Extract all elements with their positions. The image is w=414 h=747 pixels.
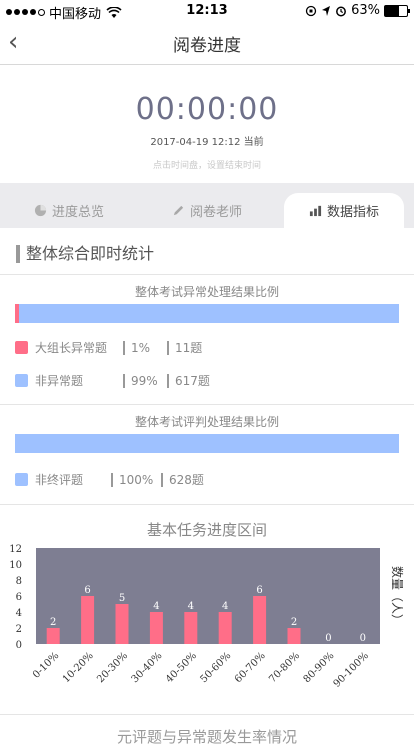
x-tick-label: 60-70% <box>233 650 268 685</box>
legend-percent: 99% <box>131 373 158 388</box>
tab-data-metrics[interactable]: 数据指标 <box>284 193 404 228</box>
y-tick-label: 8 <box>16 576 22 587</box>
bar <box>184 612 198 644</box>
bar <box>115 604 129 644</box>
tab-label: 数据指标 <box>326 205 379 220</box>
y-tick-label: 12 <box>9 544 22 555</box>
judge-ratio-title: 整体考试评判处理结果比例 <box>134 415 279 429</box>
judge-ratio-bar <box>15 434 399 453</box>
y-tick-label: 10 <box>9 560 22 571</box>
y-tick-label: 0 <box>16 640 22 651</box>
separator <box>111 472 113 487</box>
bar <box>149 612 163 644</box>
bar-chart: 0 2 4 6 8 10 12 2 0-10% 6 10-20% 5 20-30% 4 30-40% 4 40-… <box>9 544 405 690</box>
y-tick-label: 6 <box>16 592 22 603</box>
bar <box>46 628 60 644</box>
legend-swatch <box>15 341 28 354</box>
legend-percent: 100% <box>119 472 154 487</box>
separator <box>123 373 125 388</box>
bar <box>287 628 301 644</box>
x-tick-label: 80-90% <box>302 650 337 685</box>
location-icon <box>322 5 331 16</box>
tab-bar: 进度总览 阅卷老师 数据指标 <box>0 183 414 228</box>
timer-hint: 点击时间盘，设置结束时间 <box>152 161 261 171</box>
data-label: 2 <box>50 617 56 628</box>
data-label: 6 <box>84 585 90 596</box>
battery-icon <box>384 4 410 17</box>
legend-count: 617题 <box>175 374 210 388</box>
divider <box>0 404 414 405</box>
x-tick-label: 30-40% <box>130 650 165 685</box>
status-right: 63% <box>305 3 410 18</box>
legend-swatch <box>15 473 28 486</box>
separator <box>167 373 169 388</box>
tab-grading-teachers[interactable]: 阅卷老师 <box>138 193 276 228</box>
bar <box>81 596 95 644</box>
legend-label: 非异常题 <box>35 374 84 388</box>
legend-count: 11题 <box>175 341 203 355</box>
bar-chart-icon <box>309 205 322 217</box>
abnormal-segment <box>15 304 19 323</box>
x-tick-label: 10-20% <box>61 650 96 685</box>
orientation-lock-icon <box>305 5 317 16</box>
legend-row-abnormal: 大组长异常题 1% 11题 <box>15 339 202 356</box>
battery-percent: 63% <box>351 3 380 18</box>
x-tick-label: 50-60% <box>198 650 233 685</box>
legend-row-normal: 非异常题 99% 617题 <box>15 372 210 389</box>
data-label: 4 <box>153 601 159 612</box>
data-label: 6 <box>256 585 262 596</box>
x-tick-label: 20-30% <box>95 650 130 685</box>
y-tick-label: 2 <box>16 624 22 635</box>
legend-count: 628题 <box>169 473 204 487</box>
x-tick-label: 70-80% <box>267 650 302 685</box>
pencil-icon <box>173 205 184 216</box>
current-time-label: 2017-04-19 12:12 当前 <box>150 137 264 148</box>
section-title: 整体综合即时统计 <box>16 245 154 263</box>
divider <box>0 274 414 275</box>
data-label: 0 <box>360 633 366 644</box>
pie-icon <box>34 204 47 217</box>
abnormal-ratio-bar <box>15 304 399 323</box>
progress-range-chart: 基本任务进度区间 0 2 4 6 8 10 12 2 0-10% 6 10-20% 5 20-30% 4 3… <box>0 505 414 715</box>
abnormal-ratio-title: 整体考试异常处理结果比例 <box>134 285 279 299</box>
separator <box>167 340 169 355</box>
countdown-timer[interactable]: 00:00:00 <box>0 92 414 127</box>
x-tick-label: 90-100% <box>332 650 371 689</box>
data-label: 5 <box>119 593 125 604</box>
divider <box>0 714 414 715</box>
tab-label: 阅卷老师 <box>189 205 242 220</box>
x-tick-label: 0-10% <box>31 650 61 680</box>
legend-label: 大组长异常题 <box>35 341 108 355</box>
data-label: 4 <box>188 601 194 612</box>
separator <box>123 340 125 355</box>
data-label: 2 <box>291 617 297 628</box>
bar <box>253 596 267 644</box>
data-label: 4 <box>222 601 228 612</box>
bar <box>218 612 232 644</box>
separator <box>161 472 163 487</box>
nav-bar: ‹ 阅卷进度 <box>0 22 414 65</box>
tab-label: 进度总览 <box>51 205 104 220</box>
x-tick-label: 40-50% <box>164 650 199 685</box>
y-tick-label: 4 <box>16 608 22 619</box>
status-bar: 中国移动 12:13 63% <box>0 0 414 22</box>
alarm-icon <box>336 6 347 16</box>
data-label: 0 <box>325 633 331 644</box>
legend-label: 非终评题 <box>35 473 84 487</box>
y-axis-label: 数量（人） <box>390 566 405 626</box>
legend-swatch <box>15 374 28 387</box>
next-section-title: 元评题与异常题发生率情况 <box>116 728 297 746</box>
legend-row-non-final: 非终评题 100% 628题 <box>15 471 204 488</box>
legend-percent: 1% <box>131 340 151 355</box>
page-title: 阅卷进度 <box>173 36 241 56</box>
tab-progress-overview[interactable]: 进度总览 <box>0 193 138 228</box>
